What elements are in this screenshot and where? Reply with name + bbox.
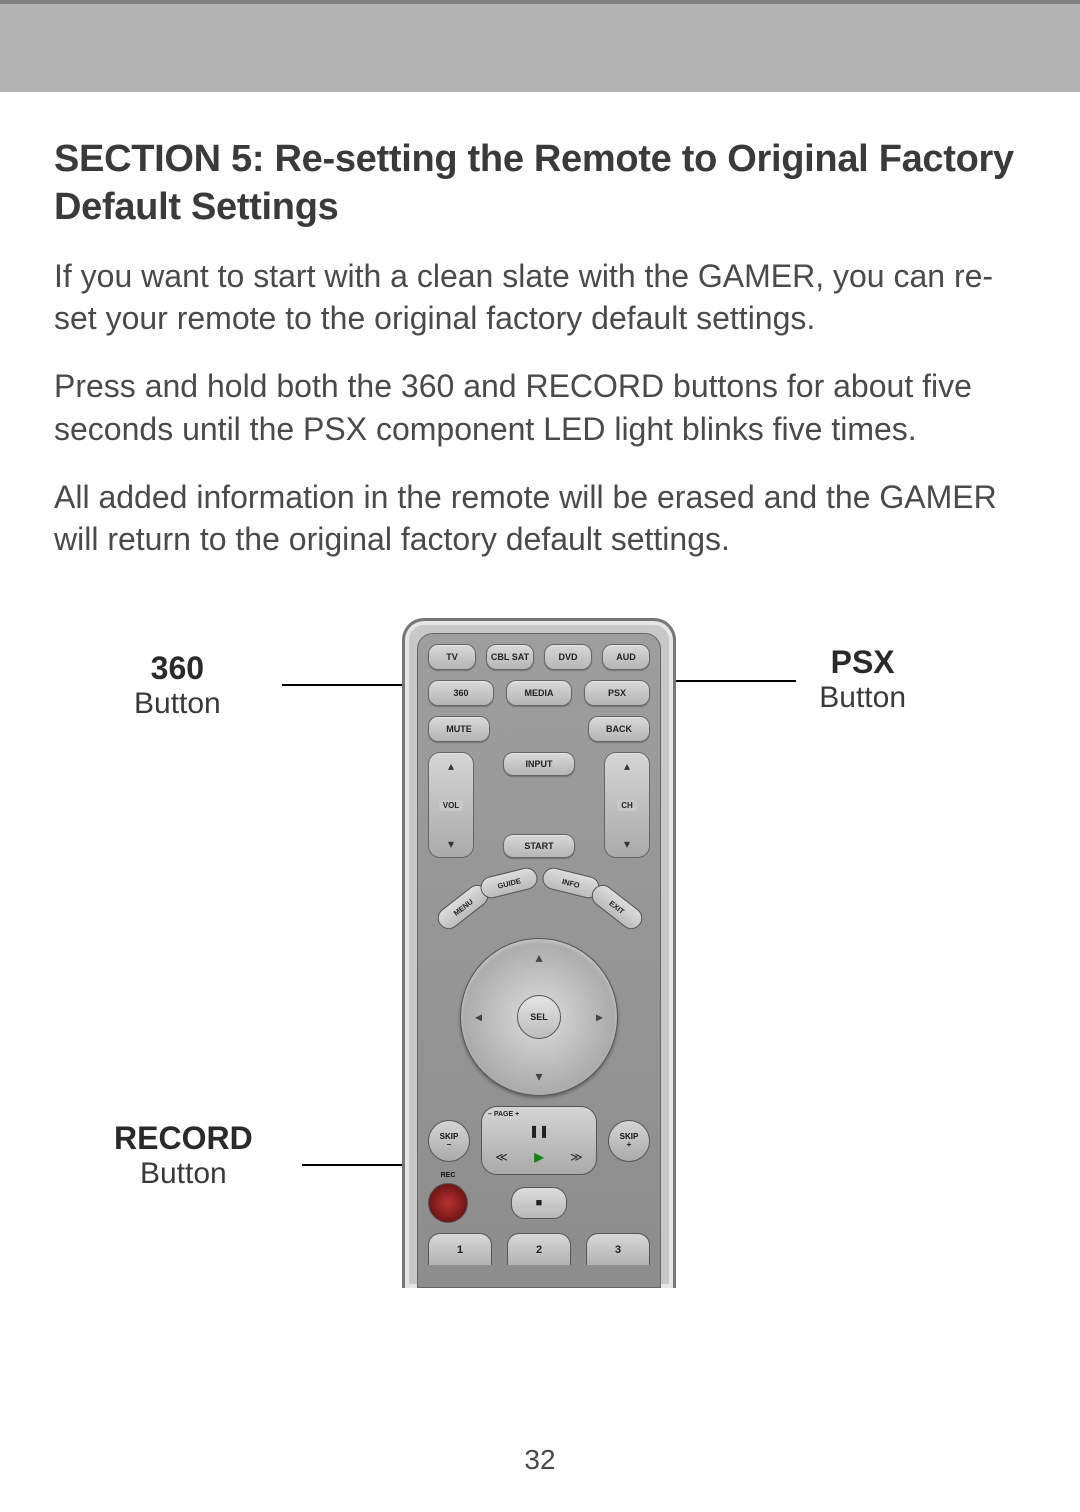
paragraph-3: All added information in the remote will… bbox=[54, 476, 1026, 560]
section-heading: SECTION 5: Re-setting the Remote to Orig… bbox=[54, 136, 1026, 231]
header-band bbox=[0, 0, 1080, 92]
rec-label: REC bbox=[441, 1172, 456, 1179]
vol-down-icon bbox=[448, 835, 454, 853]
callout-psx: PSX Button bbox=[819, 644, 906, 715]
callout-record-sub: Button bbox=[114, 1157, 253, 1191]
pause-icon: ❚❚ bbox=[529, 1124, 549, 1138]
paragraph-2: Press and hold both the 360 and RECORD b… bbox=[54, 365, 1026, 449]
vol-up-icon bbox=[448, 757, 454, 775]
remote-row-1: TV CBL SAT DVD AUD bbox=[428, 644, 650, 670]
callout-360-title: 360 bbox=[134, 650, 221, 687]
skip-transport-row: SKIP – – PAGE + ❚❚ ≪ ▶ ≫ bbox=[428, 1106, 650, 1175]
mid-column: INPUT START bbox=[491, 752, 587, 858]
dvd-button: DVD bbox=[544, 644, 592, 670]
psx-button: PSX bbox=[584, 680, 650, 706]
guide-pill: GUIDE bbox=[478, 866, 540, 901]
stop-button: ■ bbox=[511, 1187, 567, 1219]
remote-face: TV CBL SAT DVD AUD 360 MEDIA PSX MUTE BA… bbox=[417, 633, 661, 1288]
num-3-button: 3 bbox=[586, 1233, 650, 1265]
input-button: INPUT bbox=[503, 752, 575, 776]
page-content: SECTION 5: Re-setting the Remote to Orig… bbox=[0, 92, 1080, 1328]
remote-illustration: TV CBL SAT DVD AUD 360 MEDIA PSX MUTE BA… bbox=[402, 618, 676, 1288]
dpad-left-icon: ◂ bbox=[475, 1009, 482, 1026]
num-1-button: 1 bbox=[428, 1233, 492, 1265]
callout-psx-sub: Button bbox=[819, 681, 906, 715]
ch-label: CH bbox=[617, 800, 637, 811]
360-button: 360 bbox=[428, 680, 494, 706]
dpad-down-icon: ▾ bbox=[535, 1068, 542, 1085]
page-label: – PAGE + bbox=[482, 1111, 596, 1118]
media-button: MEDIA bbox=[506, 680, 572, 706]
callout-record: RECORD Button bbox=[114, 1120, 253, 1191]
context-pill-arc: MENU GUIDE INFO EXIT bbox=[434, 868, 644, 932]
channel-rocker: CH bbox=[604, 752, 650, 858]
figure: 360 Button PSX Button RECORD Button TV C… bbox=[54, 618, 1026, 1328]
callout-360: 360 Button bbox=[134, 650, 221, 721]
skip-minus-bot: – bbox=[447, 1141, 451, 1149]
tv-button: TV bbox=[428, 644, 476, 670]
select-button: SEL bbox=[517, 995, 561, 1039]
ch-down-icon bbox=[624, 835, 630, 853]
ch-up-icon bbox=[624, 757, 630, 775]
remote-row-3: MUTE BACK bbox=[428, 716, 650, 742]
d-pad: ▴ ▾ ◂ ▸ SEL bbox=[460, 938, 618, 1096]
back-button: BACK bbox=[588, 716, 650, 742]
record-stop-row: REC ■ bbox=[428, 1183, 650, 1223]
callout-360-sub: Button bbox=[134, 687, 221, 721]
callout-record-title: RECORD bbox=[114, 1120, 253, 1157]
record-button: REC bbox=[428, 1183, 468, 1223]
paragraph-1: If you want to start with a clean slate … bbox=[54, 255, 1026, 339]
exit-pill: EXIT bbox=[587, 881, 646, 934]
dpad-right-icon: ▸ bbox=[596, 1009, 603, 1026]
num-2-button: 2 bbox=[507, 1233, 571, 1265]
transport-pad: – PAGE + ❚❚ ≪ ▶ ≫ bbox=[481, 1106, 597, 1175]
cbl-sat-button: CBL SAT bbox=[486, 644, 534, 670]
mute-button: MUTE bbox=[428, 716, 490, 742]
rewind-icon: ≪ bbox=[495, 1150, 508, 1164]
remote-row-2: 360 MEDIA PSX bbox=[428, 680, 650, 706]
skip-plus-bot: + bbox=[627, 1141, 632, 1149]
vol-label: VOL bbox=[439, 800, 463, 811]
dpad-up-icon: ▴ bbox=[535, 949, 542, 966]
callout-psx-title: PSX bbox=[819, 644, 906, 681]
skip-plus-button: SKIP + bbox=[608, 1120, 650, 1162]
play-icon: ▶ bbox=[534, 1150, 543, 1164]
start-button: START bbox=[503, 834, 575, 858]
page-number: 32 bbox=[524, 1444, 555, 1476]
remote-mid-section: VOL INPUT START CH bbox=[428, 752, 650, 858]
volume-rocker: VOL bbox=[428, 752, 474, 858]
ffwd-icon: ≫ bbox=[570, 1150, 583, 1164]
aud-button: AUD bbox=[602, 644, 650, 670]
skip-minus-button: SKIP – bbox=[428, 1120, 470, 1162]
number-row: 1 2 3 bbox=[428, 1233, 650, 1265]
